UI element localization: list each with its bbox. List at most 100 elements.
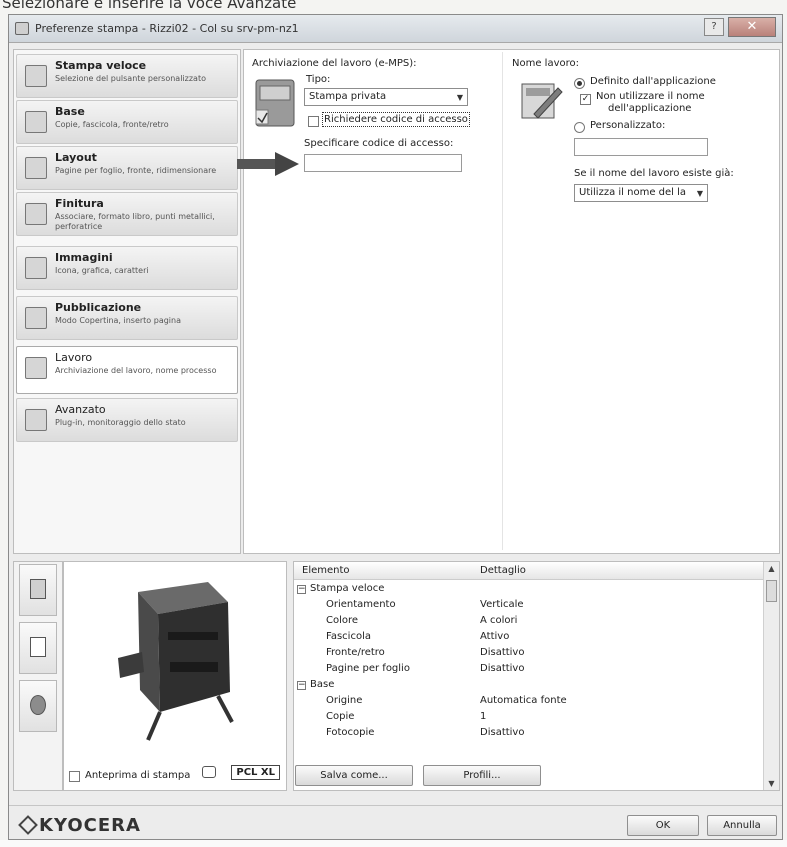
grid-cell-value: Disattivo <box>480 647 525 658</box>
basic-icon <box>25 111 47 133</box>
grid-row: Fascicola Attivo <box>294 630 763 646</box>
scroll-thumb[interactable] <box>766 580 777 602</box>
nav-item-desc: Pagine per foglio, fronte, ridimensionar… <box>55 166 217 175</box>
type-label: Tipo: <box>306 74 331 85</box>
grid-group-row[interactable]: − Stampa veloce <box>294 582 763 598</box>
profiles-button[interactable]: Profili... <box>423 765 541 786</box>
grid-scrollbar[interactable]: ▲ ▼ <box>763 562 779 790</box>
tab-color-preview[interactable] <box>19 680 57 732</box>
panel-divider <box>502 52 503 550</box>
chevron-down-icon: ▼ <box>456 93 463 102</box>
grid-cell-name: Pagine per foglio <box>326 663 410 674</box>
grid-cell-name: Fotocopie <box>326 727 375 738</box>
grid-row: Copie 1 <box>294 710 763 726</box>
grid-row: Origine Automatica fonte <box>294 694 763 710</box>
nav-item-title: Pubblicazione <box>55 301 142 314</box>
finishing-icon <box>25 203 47 225</box>
nav-item-title: Base <box>55 105 85 118</box>
nav-item-desc: Selezione del pulsante personalizzato <box>55 74 206 83</box>
printer-preview: PCL XL <box>63 561 287 791</box>
collapse-icon[interactable]: − <box>297 681 306 690</box>
preview-area: PCL XL Elemento Dettaglio − Stampa veloc… <box>13 561 780 795</box>
grid-group-name: Base <box>310 679 335 690</box>
nav-item-title: Layout <box>55 151 97 164</box>
help-button[interactable]: ? <box>704 18 724 36</box>
layout-icon <box>25 157 47 179</box>
dont-use-app-name-label: Non utilizzare il nome <box>596 91 705 102</box>
dont-use-app-name-checkbox[interactable]: ✓ <box>580 94 591 105</box>
col-header-element: Elemento <box>302 565 350 576</box>
job-name-app-label: Definito dall'applicazione <box>590 76 716 87</box>
job-storage-label: Archiviazione del lavoro (e-MPS): <box>252 58 417 69</box>
type-select[interactable]: Stampa privata ▼ <box>304 88 468 106</box>
grid-cell-value: A colori <box>480 615 518 626</box>
pdl-badge: PCL XL <box>231 765 280 780</box>
nav-item-quick-print[interactable]: Stampa veloce Selezione del pulsante per… <box>16 54 238 98</box>
job-name-custom-label: Personalizzato: <box>590 120 666 131</box>
nav-item-desc: Plug-in, monitoraggio dello stato <box>55 418 186 427</box>
nav-item-advanced[interactable]: Avanzato Plug-in, monitoraggio dello sta… <box>16 398 238 442</box>
close-button[interactable]: ✕ <box>728 17 776 37</box>
grid-row: Fotocopie Disattivo <box>294 726 763 742</box>
chevron-down-icon: ▼ <box>696 189 703 198</box>
if-exists-label: Se il nome del lavoro esiste già: <box>574 168 734 179</box>
nav-item-imaging[interactable]: Immagini Icona, grafica, caratteri <box>16 246 238 290</box>
nav-item-title: Avanzato <box>55 403 106 416</box>
ok-button[interactable]: OK <box>627 815 699 836</box>
if-exists-select[interactable]: Utilizza il nome del la ▼ <box>574 184 708 202</box>
grid-cell-value: Attivo <box>480 631 510 642</box>
grid-cell-value: Automatica fonte <box>480 695 567 706</box>
require-code-checkbox[interactable] <box>308 116 319 127</box>
kyocera-logo: KYOCERA <box>18 815 141 836</box>
job-name-icon <box>521 83 563 119</box>
grid-row: Orientamento Verticale <box>294 598 763 614</box>
job-name-label: Nome lavoro: <box>512 58 579 69</box>
custom-job-name-input[interactable] <box>574 138 708 156</box>
grid-header: Elemento Dettaglio <box>294 562 763 580</box>
dont-use-app-name-label-2: dell'applicazione <box>608 103 692 114</box>
nav-item-basic[interactable]: Base Copie, fascicola, fronte/retro <box>16 100 238 144</box>
settings-summary-grid: Elemento Dettaglio − Stampa veloce Orien… <box>293 561 780 791</box>
printer-view-icon <box>30 579 46 599</box>
nav-item-layout[interactable]: Layout Pagine per foglio, fronte, ridime… <box>16 146 238 190</box>
page-bottom-edge <box>0 840 787 847</box>
nav-item-desc: Copie, fascicola, fronte/retro <box>55 120 169 129</box>
grid-cell-value: Disattivo <box>480 663 525 674</box>
job-name-custom-radio[interactable] <box>574 122 585 133</box>
grid-cell-value: 1 <box>480 711 487 722</box>
type-select-value: Stampa privata <box>309 91 387 102</box>
nav-item-publishing[interactable]: Pubblicazione Modo Copertina, inserto pa… <box>16 296 238 340</box>
access-code-input[interactable] <box>304 154 462 172</box>
cancel-button[interactable]: Annulla <box>707 815 777 836</box>
nav-item-desc: Icona, grafica, caratteri <box>55 266 149 275</box>
grid-cell-name: Copie <box>326 711 355 722</box>
scroll-up-icon[interactable]: ▲ <box>766 564 777 573</box>
nav-item-finishing[interactable]: Finitura Associare, formato libro, punti… <box>16 192 238 236</box>
page-view-icon <box>30 637 46 657</box>
nav-item-title: Immagini <box>55 251 113 264</box>
nav-item-desc: Associare, formato libro, punti metallic… <box>55 212 215 231</box>
tab-printer-preview[interactable] <box>19 564 57 616</box>
collapse-icon[interactable]: − <box>297 585 306 594</box>
quick-print-icon <box>25 65 47 87</box>
tab-page-preview[interactable] <box>19 622 57 674</box>
title-bar: Preferenze stampa - Rizzi02 - Col su srv… <box>9 15 782 43</box>
save-as-button[interactable]: Salva come... <box>295 765 413 786</box>
print-preview-checkbox[interactable] <box>69 771 80 782</box>
print-preferences-window: Preferenze stampa - Rizzi02 - Col su srv… <box>8 14 783 840</box>
kyocera-logo-icon <box>18 815 38 835</box>
nav-item-job[interactable]: Lavoro Archiviazione del lavoro, nome pr… <box>16 346 238 394</box>
page-caption: Selezionare e inserire la voce Avanzate <box>2 0 297 12</box>
job-name-app-radio[interactable] <box>574 78 585 89</box>
nav-item-desc: Modo Copertina, inserto pagina <box>55 316 181 325</box>
grid-row: Fronte/retro Disattivo <box>294 646 763 662</box>
grid-cell-name: Colore <box>326 615 359 626</box>
nav-item-title: Finitura <box>55 197 104 210</box>
grid-cell-value: Disattivo <box>480 727 525 738</box>
grid-cell-name: Orientamento <box>326 599 396 610</box>
require-code-label[interactable]: Richiedere codice di accesso <box>322 112 470 127</box>
nav-item-title: Stampa veloce <box>55 59 147 72</box>
grid-group-row[interactable]: − Base <box>294 678 763 694</box>
grid-row: Pagine per foglio Disattivo <box>294 662 763 678</box>
scroll-down-icon[interactable]: ▼ <box>766 779 777 788</box>
